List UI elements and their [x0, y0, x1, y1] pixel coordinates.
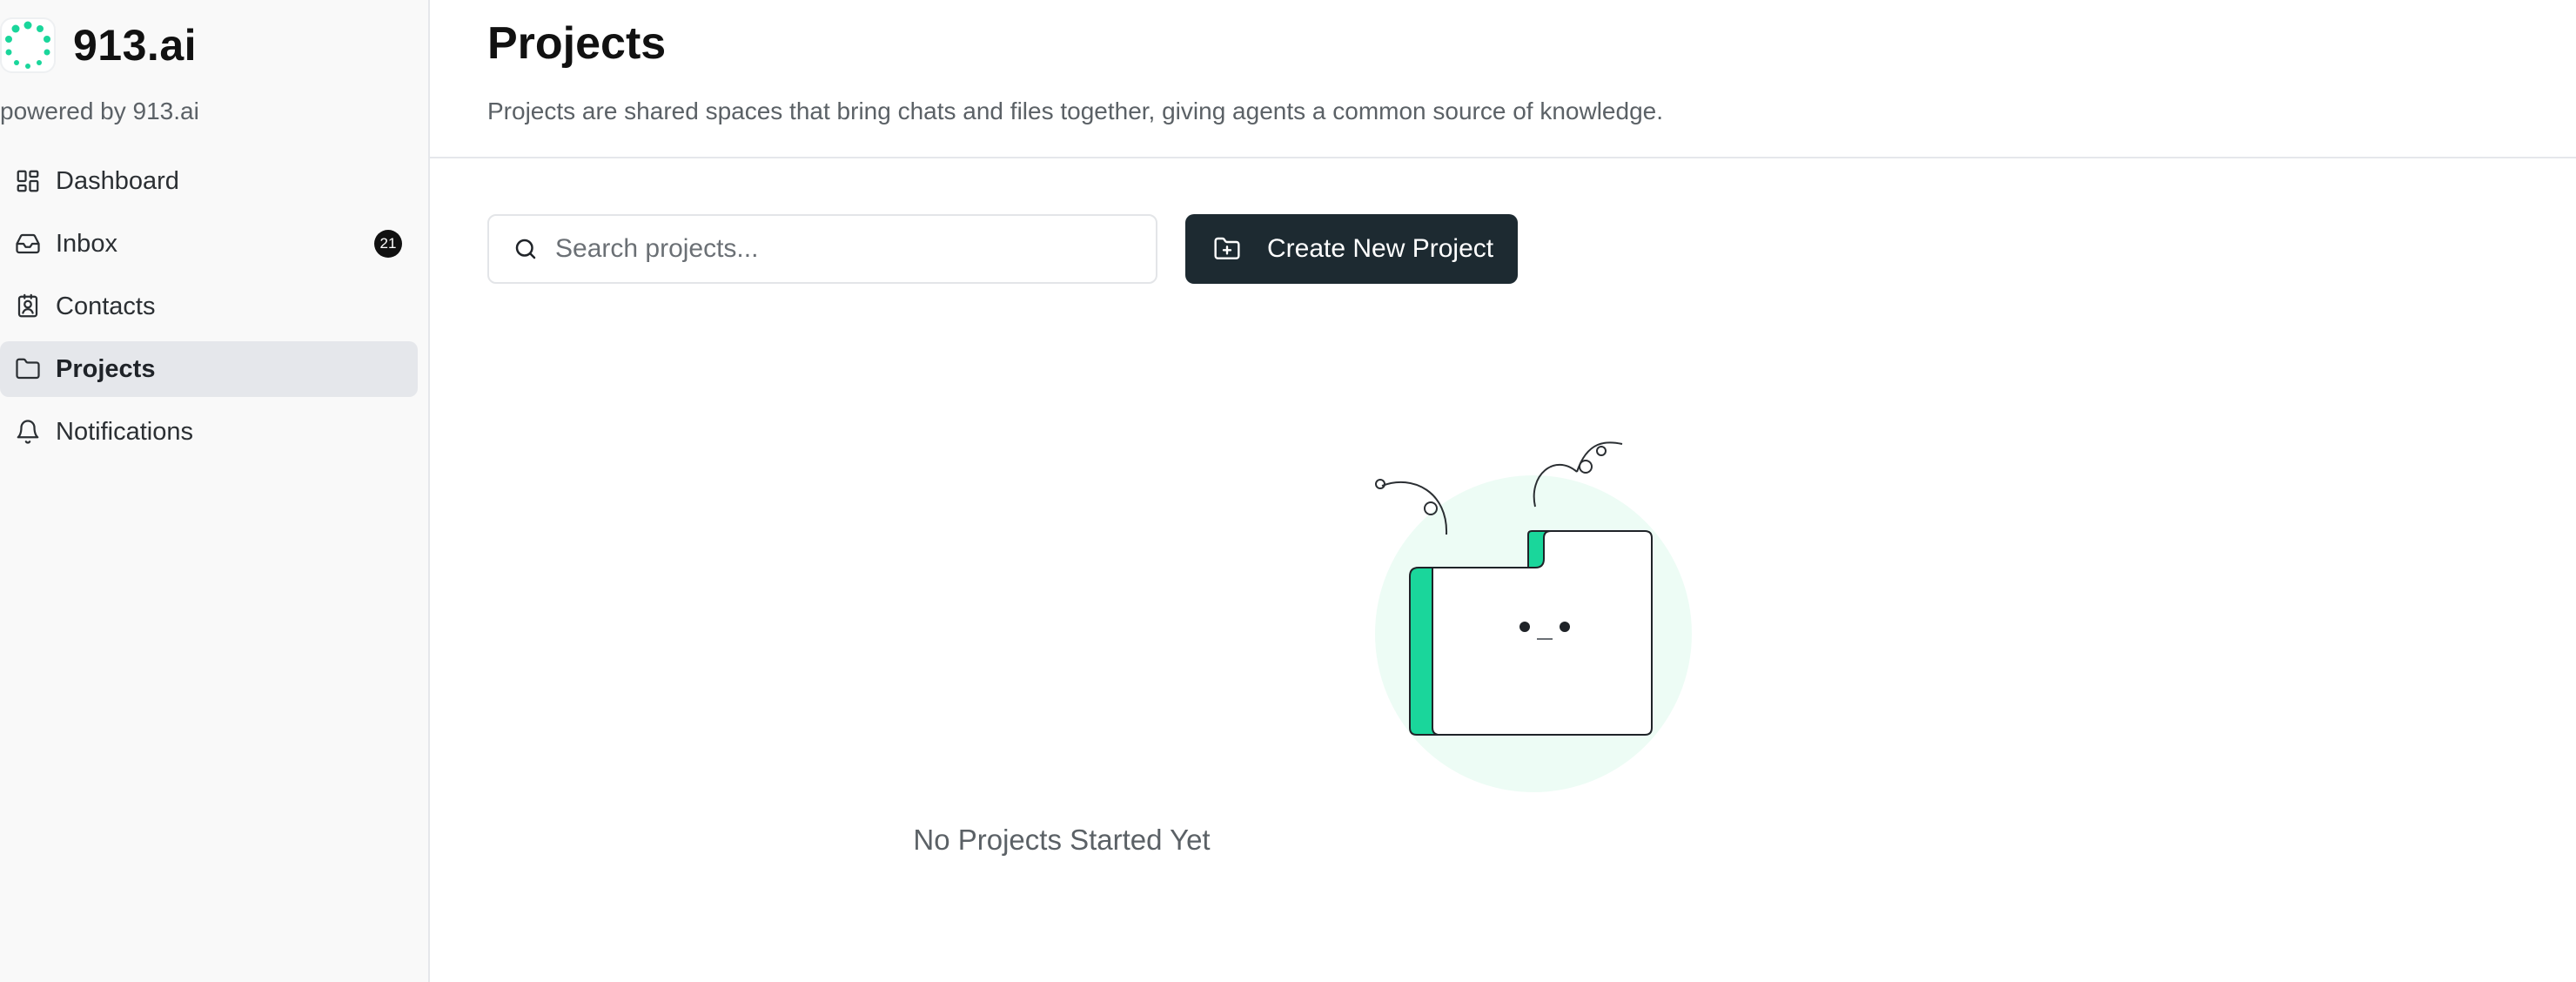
empty-state-message: No Projects Started Yet — [913, 824, 1211, 856]
main-content: Projects Projects are shared spaces that… — [430, 0, 2576, 982]
dashboard-icon — [12, 165, 44, 197]
create-new-project-button[interactable]: Create New Project — [1185, 214, 1518, 284]
search-icon — [510, 233, 541, 265]
powered-by-text: powered by 913.ai — [0, 98, 199, 124]
brand-name: 913.ai — [73, 21, 198, 70]
search-input[interactable] — [555, 234, 1130, 264]
sidebar-item-label: Notifications — [56, 417, 193, 446]
sidebar-item-projects[interactable]: Projects — [0, 341, 418, 397]
sidebar-item-label: Contacts — [56, 292, 156, 320]
sidebar-item-notifications[interactable]: Notifications — [0, 404, 418, 460]
inbox-count-badge: 21 — [374, 230, 402, 258]
sidebar-item-dashboard[interactable]: Dashboard — [0, 153, 418, 209]
sidebar: 913.ai powered by 913.ai Dashboard Inbox… — [0, 0, 430, 982]
brand-logo-icon — [0, 17, 56, 73]
sidebar-nav: Dashboard Inbox 21 Contacts Projects Not… — [0, 153, 418, 467]
page-header: Projects Projects are shared spaces that… — [430, 0, 2576, 158]
sidebar-item-label: Inbox — [56, 229, 117, 258]
sidebar-item-label: Projects — [56, 354, 156, 383]
sidebar-item-inbox[interactable]: Inbox 21 — [0, 216, 418, 272]
inbox-icon — [12, 228, 44, 259]
search-box[interactable] — [487, 214, 1157, 284]
brand[interactable]: 913.ai — [0, 17, 197, 73]
page-title: Projects — [487, 18, 667, 69]
empty-state-illustration — [1300, 432, 1701, 815]
page-subtitle: Projects are shared spaces that bring ch… — [487, 98, 1663, 124]
folder-plus-icon — [1211, 233, 1243, 265]
sidebar-item-contacts[interactable]: Contacts — [0, 279, 418, 334]
sidebar-item-label: Dashboard — [56, 166, 179, 195]
projects-toolbar: Create New Project — [487, 214, 1518, 284]
bell-icon — [12, 416, 44, 447]
create-button-label: Create New Project — [1267, 234, 1494, 263]
folder-icon — [12, 353, 44, 385]
app: 913.ai powered by 913.ai Dashboard Inbox… — [0, 0, 2576, 982]
contacts-icon — [12, 291, 44, 322]
